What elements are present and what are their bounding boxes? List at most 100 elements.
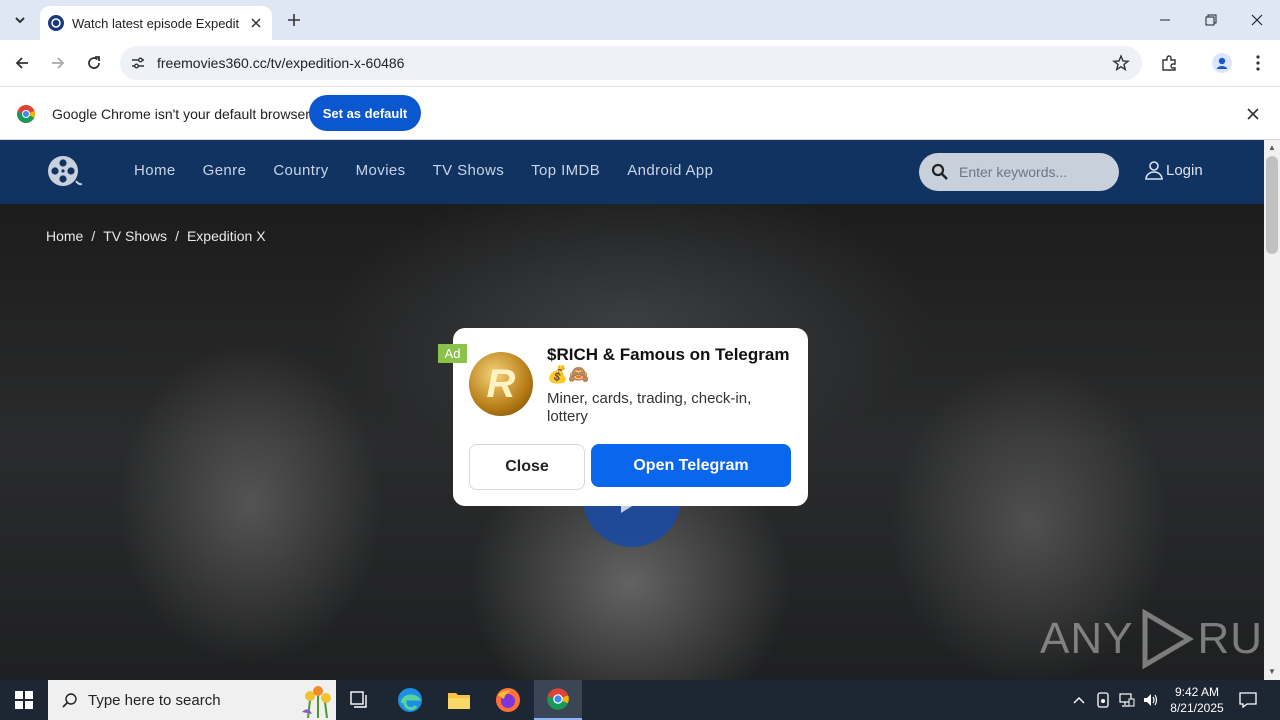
volume-icon[interactable] <box>1140 680 1162 720</box>
url-text: freemovies360.cc/tv/expedition-x-60486 <box>157 55 405 71</box>
search-input[interactable] <box>959 162 1109 182</box>
profile-icon <box>1212 53 1232 73</box>
restore-button[interactable] <box>1188 0 1234 40</box>
taskbar-firefox[interactable] <box>484 680 532 720</box>
site-info-icon[interactable] <box>128 53 148 73</box>
site-nav: Home Genre Country Movies TV Shows Top I… <box>134 162 713 179</box>
back-button[interactable] <box>8 49 36 77</box>
bookmark-star-icon[interactable] <box>1110 52 1132 74</box>
address-bar[interactable]: freemovies360.cc/tv/expedition-x-60486 <box>120 46 1142 80</box>
ad-badge: Ad <box>438 344 467 363</box>
ad-brand-logo: R <box>469 352 533 416</box>
nav-tv-shows[interactable]: TV Shows <box>433 162 505 179</box>
profile-button[interactable] <box>1208 49 1236 77</box>
show-hidden-icons-button[interactable] <box>1068 680 1090 720</box>
taskbar-search-text: Type here to search <box>88 691 221 709</box>
scroll-down-arrow-icon[interactable]: ▼ <box>1267 667 1277 677</box>
login-label: Login <box>1166 161 1203 179</box>
taskbar-clock[interactable]: 9:42 AM 8/21/2025 <box>1162 684 1232 716</box>
minimize-button[interactable] <box>1142 0 1188 40</box>
kebab-menu-icon <box>1256 55 1260 71</box>
taskbar-edge[interactable] <box>386 680 434 720</box>
arrow-right-icon <box>52 57 65 69</box>
restore-icon <box>1205 14 1217 26</box>
clock-time: 9:42 AM <box>1174 685 1220 699</box>
anyrun-watermark: ANY RUN <box>1040 609 1264 669</box>
reload-icon <box>88 56 100 69</box>
ad-popup: R $RICH & Famous on Telegram 💰🙈 Miner, c… <box>453 328 808 506</box>
puzzle-icon <box>1162 55 1176 71</box>
chevron-down-icon <box>15 17 25 24</box>
new-tab-button[interactable] <box>282 8 306 32</box>
chevron-up-icon <box>1073 697 1085 704</box>
task-view-icon <box>350 691 367 708</box>
windows-taskbar: Type here to search 9:42 AM 8/21/2025 <box>0 680 1280 720</box>
tab-strip: Watch latest episode Expedition X <box>0 0 1280 40</box>
breadcrumb-current: Expedition X <box>186 228 266 244</box>
task-view-button[interactable] <box>336 680 384 720</box>
close-window-button[interactable] <box>1234 0 1280 40</box>
taskbar-search-box[interactable]: Type here to search <box>48 680 336 720</box>
nav-android-app[interactable]: Android App <box>627 162 713 179</box>
chrome-logo-icon <box>17 105 35 123</box>
breadcrumb-tv-shows[interactable]: TV Shows <box>103 228 167 244</box>
tab-search-button[interactable] <box>8 8 32 32</box>
arrow-left-icon <box>15 57 28 69</box>
nav-country[interactable]: Country <box>273 162 328 179</box>
site-header: Home Genre Country Movies TV Shows Top I… <box>0 140 1264 204</box>
folder-icon <box>448 693 470 709</box>
flowers-search-highlight-icon <box>302 686 331 718</box>
ad-emoji: 💰🙈 <box>547 365 590 384</box>
menu-button[interactable] <box>1244 49 1272 77</box>
nav-genre[interactable]: Genre <box>203 162 247 179</box>
open-telegram-button[interactable]: Open Telegram <box>591 444 791 487</box>
start-button[interactable] <box>0 680 48 720</box>
forward-button[interactable] <box>44 49 72 77</box>
minimize-icon <box>1160 19 1170 21</box>
notification-icon <box>1239 692 1257 708</box>
nav-top-imdb[interactable]: Top IMDB <box>531 162 600 179</box>
watermark-left: ANY <box>1040 614 1134 663</box>
search-icon[interactable] <box>931 163 949 181</box>
taskbar-file-explorer[interactable] <box>435 680 483 720</box>
reload-button[interactable] <box>80 49 108 77</box>
breadcrumb: Home / TV Shows / Expedition X <box>46 228 266 244</box>
default-browser-infobar: Google Chrome isn't your default browser… <box>0 86 1280 140</box>
watermark-right: RUN <box>1197 614 1264 663</box>
breadcrumb-separator: / <box>175 228 179 244</box>
edge-icon <box>398 688 422 712</box>
tab-close-icon[interactable] <box>248 15 264 31</box>
nav-home[interactable]: Home <box>134 162 176 179</box>
search-icon <box>62 693 77 708</box>
firefox-icon <box>496 688 520 712</box>
infobar-message: Google Chrome isn't your default browser <box>52 106 310 122</box>
login-link[interactable]: Login <box>1144 160 1203 180</box>
tray-device-icon[interactable] <box>1092 680 1114 720</box>
ad-title: $RICH & Famous on Telegram <box>547 345 790 364</box>
network-icon[interactable] <box>1116 680 1138 720</box>
nav-movies[interactable]: Movies <box>356 162 406 179</box>
extensions-button[interactable] <box>1155 49 1183 77</box>
browser-toolbar: freemovies360.cc/tv/expedition-x-60486 <box>0 40 1280 86</box>
page-scrollbar[interactable]: ▲ ▼ <box>1264 140 1280 680</box>
ad-close-button[interactable]: Close <box>469 444 585 490</box>
user-icon <box>1145 161 1163 180</box>
scroll-thumb[interactable] <box>1266 156 1278 254</box>
clock-date: 8/21/2025 <box>1170 701 1224 715</box>
breadcrumb-home[interactable]: Home <box>46 228 83 244</box>
play-outline-icon <box>1142 609 1195 669</box>
close-icon <box>1251 14 1263 26</box>
notifications-button[interactable] <box>1234 680 1262 720</box>
scroll-up-arrow-icon[interactable]: ▲ <box>1267 143 1277 153</box>
site-favicon-icon <box>48 15 64 31</box>
site-search <box>919 153 1119 191</box>
tab-title: Watch latest episode Expedition X <box>72 15 240 31</box>
chrome-icon <box>547 688 569 710</box>
ad-description: Miner, cards, trading, check-in, lottery <box>547 390 752 425</box>
taskbar-chrome[interactable] <box>534 680 582 720</box>
film-reel-logo-icon[interactable] <box>46 154 82 190</box>
browser-tab[interactable]: Watch latest episode Expedition X <box>40 6 272 40</box>
windows-logo-icon <box>15 691 33 709</box>
set-as-default-button[interactable]: Set as default <box>309 95 421 131</box>
infobar-close-icon[interactable] <box>1244 105 1262 123</box>
